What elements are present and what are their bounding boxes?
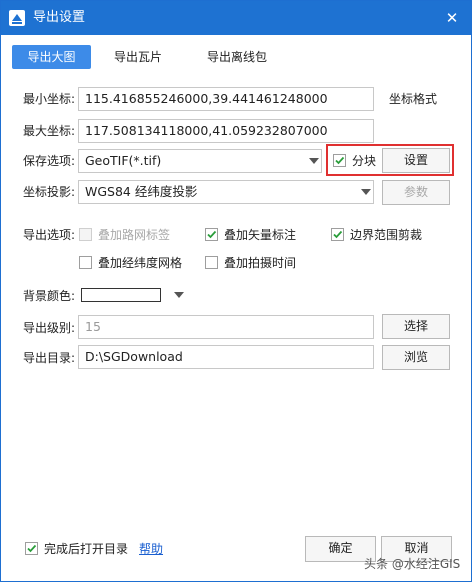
tile-checkbox[interactable] xyxy=(333,154,346,167)
help-link[interactable]: 帮助 xyxy=(139,542,163,556)
capture-time-checkbox[interactable] xyxy=(205,256,218,269)
projection-select[interactable]: WGS84 经纬度投影 xyxy=(78,180,374,204)
settings-button[interactable]: 设置 xyxy=(382,148,450,173)
latlon-grid-checkbox[interactable] xyxy=(79,256,92,269)
close-icon[interactable]: ✕ xyxy=(441,7,463,29)
title-bar[interactable]: 导出设置 ✕ xyxy=(1,1,471,35)
params-button[interactable]: 参数 xyxy=(382,180,450,205)
background-color-label: 背景颜色: xyxy=(23,289,76,303)
export-level-input[interactable]: 15 xyxy=(78,315,374,339)
tab-export-image[interactable]: 导出大图 xyxy=(12,45,91,69)
boundary-clip-checkbox[interactable] xyxy=(331,228,344,241)
background-color-swatch[interactable] xyxy=(81,288,161,302)
save-option-label: 保存选项: xyxy=(23,154,76,168)
browse-button[interactable]: 浏览 xyxy=(382,345,450,370)
max-coord-label: 最大坐标: xyxy=(23,124,76,138)
min-coord-label: 最小坐标: xyxy=(23,92,76,106)
chevron-down-icon[interactable] xyxy=(361,189,371,195)
save-format-select[interactable]: GeoTIF(*.tif) xyxy=(78,149,322,173)
vector-labels-option-label: 叠加矢量标注 xyxy=(224,228,297,242)
chevron-down-icon[interactable] xyxy=(309,158,319,164)
open-directory-checkbox[interactable] xyxy=(25,542,38,555)
export-directory-label: 导出目录: xyxy=(23,351,76,365)
boundary-clip-option-label: 边界范围剪裁 xyxy=(350,228,423,242)
road-labels-option-label: 叠加路网标签 xyxy=(98,228,171,242)
watermark-text: 头条 @水经注GIS xyxy=(364,557,461,571)
coord-format-link[interactable]: 坐标格式 xyxy=(389,92,437,106)
vector-labels-checkbox[interactable] xyxy=(205,228,218,241)
tab-export-offline-package[interactable]: 导出离线包 xyxy=(187,45,287,69)
road-labels-checkbox[interactable] xyxy=(79,228,92,241)
dialog-title: 导出设置 xyxy=(33,10,86,25)
select-level-button[interactable]: 选择 xyxy=(382,314,450,339)
projection-label: 坐标投影: xyxy=(23,185,76,199)
latlon-grid-option-label: 叠加经纬度网格 xyxy=(98,256,183,270)
export-settings-dialog: 导出设置 ✕ 导出大图 导出瓦片 导出离线包 最小坐标: 115.4168552… xyxy=(0,0,472,582)
capture-time-option-label: 叠加拍摄时间 xyxy=(224,256,297,270)
min-coord-input[interactable]: 115.416855246000,39.441461248000 xyxy=(78,87,374,111)
export-directory-input[interactable]: D:\SGDownload xyxy=(78,345,374,369)
chevron-down-icon[interactable] xyxy=(174,292,184,298)
open-directory-label: 完成后打开目录 xyxy=(44,542,129,556)
tile-label: 分块 xyxy=(352,154,377,168)
export-options-label: 导出选项: xyxy=(23,228,76,242)
app-logo-icon xyxy=(8,9,26,27)
export-level-label: 导出级别: xyxy=(23,321,76,335)
max-coord-input[interactable]: 117.508134118000,41.059232807000 xyxy=(78,119,374,143)
tab-export-tiles[interactable]: 导出瓦片 xyxy=(102,45,174,69)
